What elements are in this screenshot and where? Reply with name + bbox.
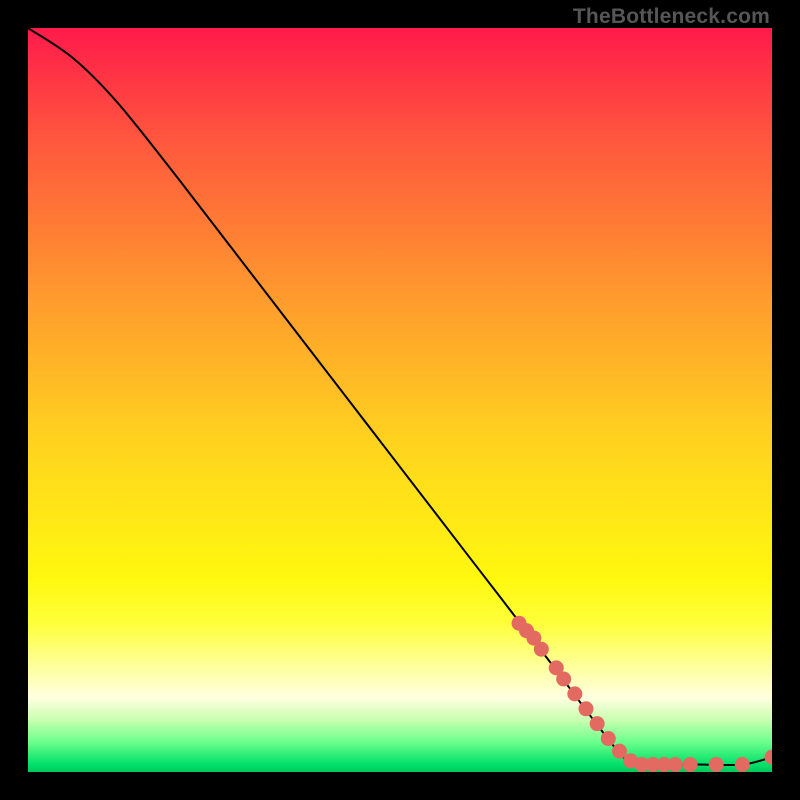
chart-stage: TheBottleneck.com xyxy=(0,0,800,800)
highlight-marker xyxy=(683,757,698,772)
highlight-marker xyxy=(709,757,724,772)
highlight-marker xyxy=(534,642,549,657)
highlight-marker xyxy=(556,672,571,687)
plot-area xyxy=(28,28,772,772)
highlight-marker xyxy=(668,757,683,772)
highlight-marker xyxy=(735,757,750,772)
highlight-marker xyxy=(590,716,605,731)
highlight-marker xyxy=(765,750,773,765)
highlight-markers-group xyxy=(512,616,772,772)
watermark-text: TheBottleneck.com xyxy=(573,6,770,27)
highlight-marker xyxy=(601,731,616,746)
highlight-marker xyxy=(567,686,582,701)
chart-overlay-svg xyxy=(28,28,772,772)
bottleneck-curve xyxy=(28,28,772,765)
highlight-marker xyxy=(579,701,594,716)
